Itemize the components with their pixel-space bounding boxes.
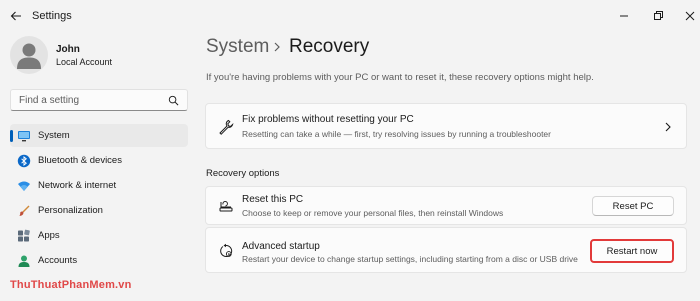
card-title: Advanced startup	[242, 241, 320, 252]
user-name: John	[56, 44, 80, 55]
sidebar-item-accounts[interactable]: Accounts	[10, 249, 188, 272]
avatar	[10, 36, 48, 74]
advanced-startup-icon	[220, 243, 233, 257]
system-icon	[18, 131, 30, 142]
sidebar-item-label: System	[38, 130, 70, 141]
sidebar-item-personalization[interactable]: Personalization	[10, 199, 188, 222]
wrench-icon	[219, 119, 234, 135]
card-title: Reset this PC	[242, 194, 304, 205]
page-title: Recovery	[289, 36, 370, 57]
watermark: ThuThuatPhanMem.vn	[10, 279, 132, 291]
user-silhouette-icon	[17, 43, 41, 69]
card-description: Restart your device to change startup se…	[242, 254, 578, 264]
close-icon[interactable]	[680, 6, 700, 26]
accounts-icon	[18, 255, 30, 267]
sidebar-item-label: Network & internet	[38, 180, 117, 191]
personalization-icon	[19, 205, 30, 216]
search-input[interactable]: Find a setting	[10, 89, 188, 111]
network-icon	[18, 181, 30, 191]
section-title: Recovery options	[206, 168, 280, 179]
sidebar-item-apps[interactable]: Apps	[10, 224, 188, 247]
account-type: Local Account	[56, 57, 113, 67]
card-description: Choose to keep or remove your personal f…	[242, 208, 504, 218]
chevron-right-icon	[665, 122, 671, 132]
page-description: If you're having problems with your PC o…	[206, 72, 594, 83]
sidebar-item-label: Apps	[38, 230, 60, 241]
troubleshoot-card[interactable]: Fix problems without resetting your PC R…	[205, 103, 687, 149]
sidebar-item-system[interactable]: System	[10, 124, 188, 147]
reset-pc-icon	[219, 201, 233, 212]
app-title: Settings	[32, 10, 72, 22]
back-arrow-icon[interactable]	[10, 10, 22, 22]
restore-icon[interactable]	[648, 6, 668, 26]
search-placeholder: Find a setting	[19, 95, 80, 106]
sidebar-nav: System Bluetooth & devices Network & int…	[10, 124, 188, 274]
sidebar-item-label: Personalization	[38, 205, 103, 216]
card-description: Resetting can take a while — first, try …	[242, 129, 551, 139]
minimize-icon[interactable]	[614, 6, 634, 26]
card-title: Fix problems without resetting your PC	[242, 114, 414, 125]
sidebar-item-network[interactable]: Network & internet	[10, 174, 188, 197]
title-bar: Settings	[0, 0, 700, 32]
user-profile[interactable]: John Local Account	[10, 36, 190, 76]
reset-pc-button[interactable]: Reset PC	[592, 196, 674, 216]
chevron-right-icon	[274, 42, 280, 52]
sidebar-item-label: Bluetooth & devices	[38, 155, 122, 166]
sidebar-item-label: Accounts	[38, 255, 78, 266]
search-icon	[168, 95, 179, 106]
breadcrumb-parent[interactable]: System	[206, 36, 269, 58]
bluetooth-icon	[17, 154, 31, 168]
sidebar-item-bluetooth[interactable]: Bluetooth & devices	[10, 149, 188, 172]
apps-icon	[18, 229, 30, 242]
restart-now-button[interactable]: Restart now	[590, 239, 674, 263]
